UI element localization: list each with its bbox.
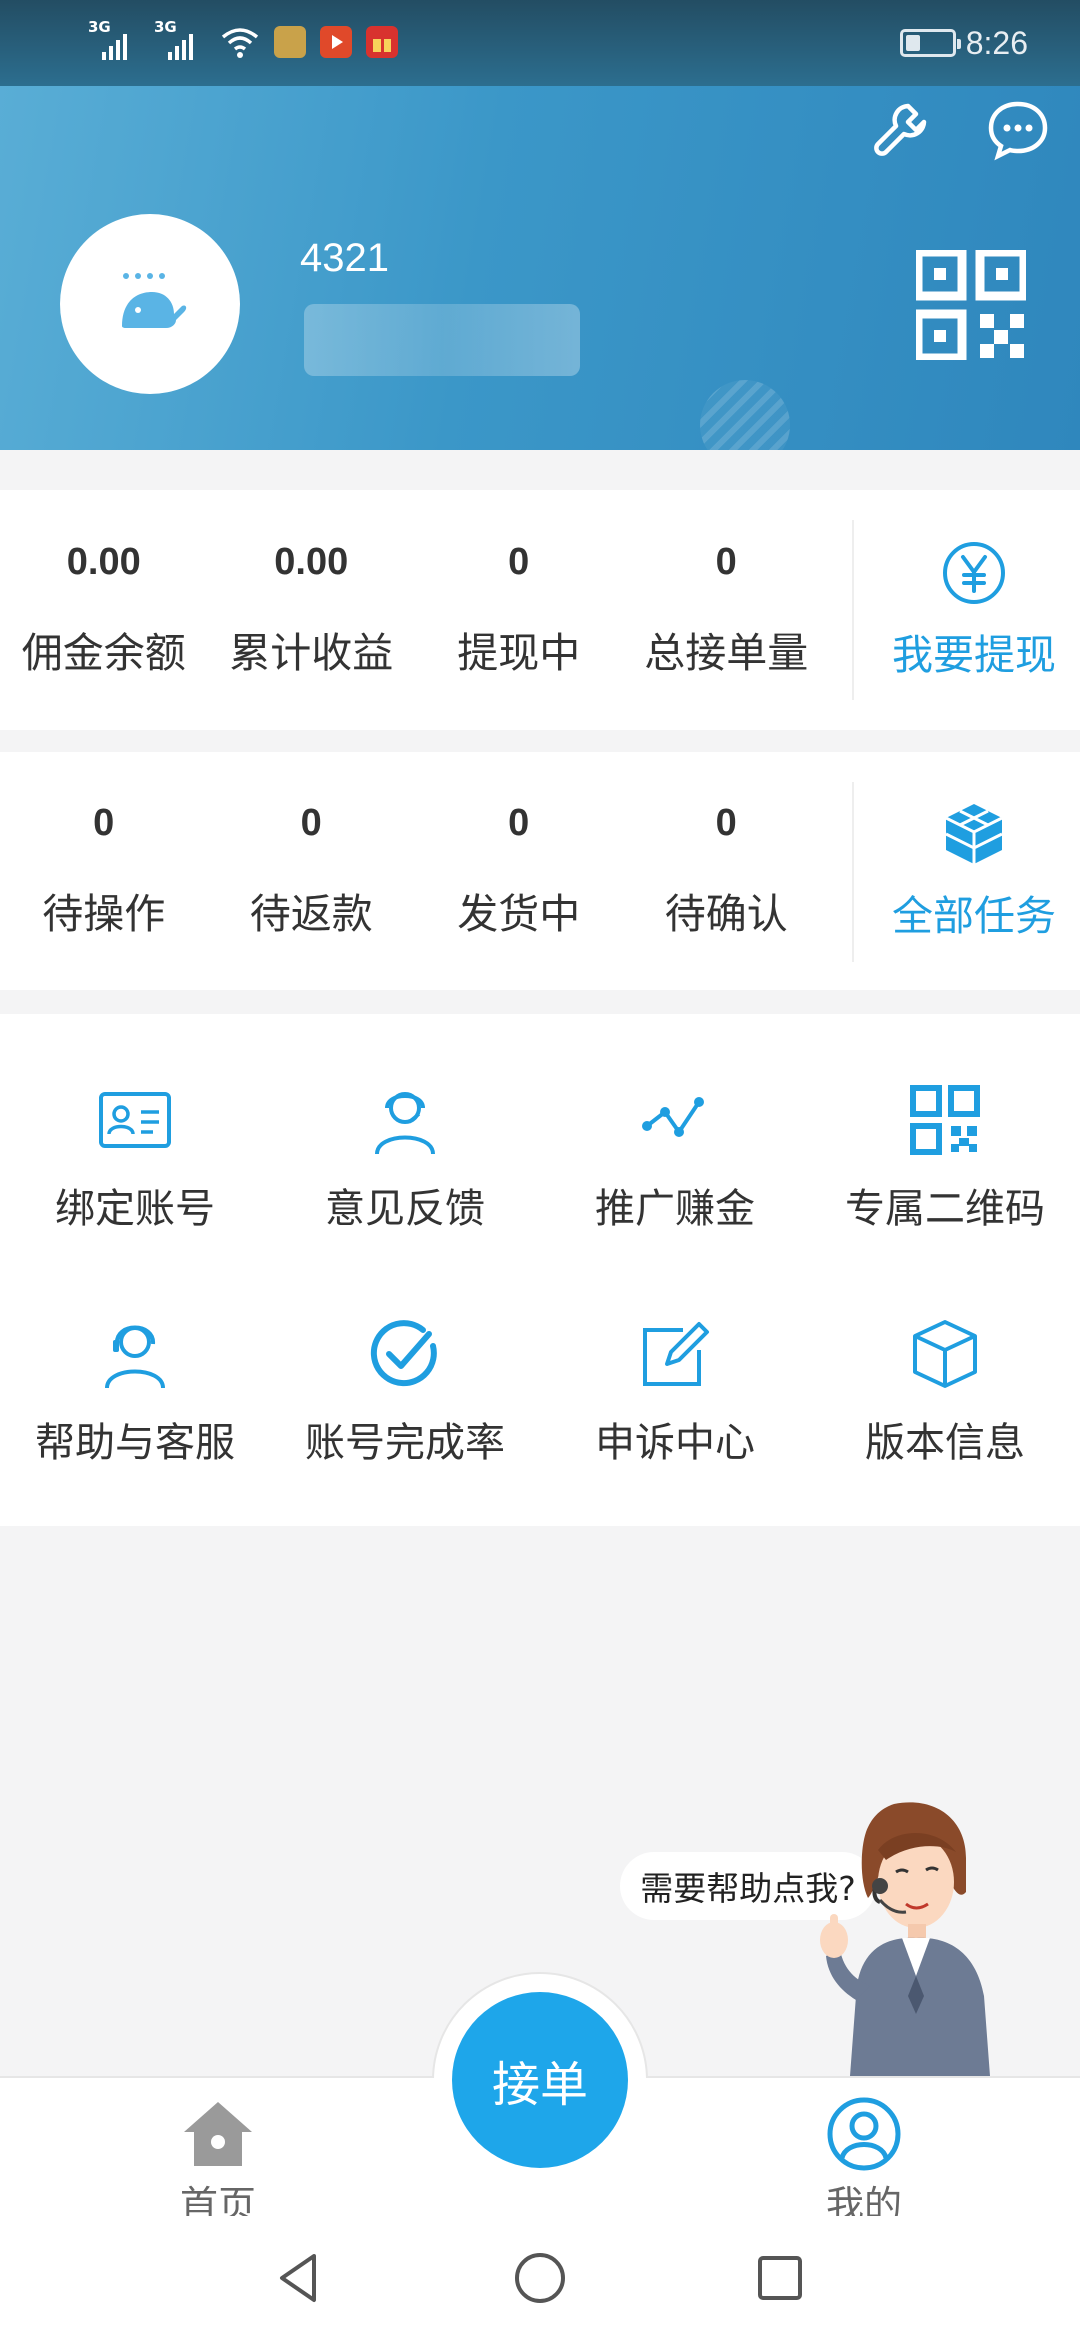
menu-item-promote-earn[interactable]: 推广赚金 <box>540 1014 810 1284</box>
task-label: 待确认 <box>664 890 788 938</box>
stat-value: 0.00 <box>66 541 141 583</box>
user-profile-icon <box>827 2097 901 2171</box>
stat-label: 总接单量 <box>644 629 809 677</box>
task-count: 0 <box>508 802 530 844</box>
task-count: 0 <box>300 802 322 844</box>
avatar[interactable] <box>60 214 240 394</box>
menu-item-label: 申诉中心 <box>595 1420 755 1466</box>
back-icon[interactable] <box>268 2246 332 2310</box>
share-graph-icon <box>642 1097 704 1137</box>
task-shipping[interactable]: 0 发货中 <box>415 752 623 990</box>
menu-item-label: 帮助与客服 <box>35 1420 235 1466</box>
support-agent-icon <box>105 1325 165 1389</box>
id-card-icon <box>99 1092 171 1148</box>
stat-total-earnings[interactable]: 0.00 累计收益 <box>208 490 416 730</box>
task-pending-confirm[interactable]: 0 待确认 <box>623 752 831 990</box>
settings-wrench-icon[interactable] <box>868 98 932 162</box>
menu-item-label: 绑定账号 <box>55 1186 215 1232</box>
stat-value: 0 <box>715 541 737 583</box>
task-status-card: 0 待操作 0 待返款 0 发货中 0 待确认 全部任务 <box>0 752 1080 990</box>
check-circle-icon <box>370 1320 437 1387</box>
menu-item-account-completion[interactable]: 账号完成率 <box>270 1284 540 1526</box>
tab-home[interactable]: 首页 <box>138 2094 298 2229</box>
headset-person-icon <box>375 1092 435 1155</box>
menu-item-version-info[interactable]: 版本信息 <box>810 1284 1080 1526</box>
blurred-account-id <box>304 304 580 376</box>
stat-withdrawing[interactable]: 0 提现中 <box>415 490 623 730</box>
all-tasks-button[interactable]: 全部任务 <box>868 752 1080 990</box>
qr-code-icon[interactable] <box>916 250 1026 360</box>
menu-item-bind-account[interactable]: 绑定账号 <box>0 1014 270 1284</box>
stat-label: 提现中 <box>457 629 581 677</box>
battery-icon <box>899 29 961 57</box>
cube-grid-icon <box>945 804 1003 864</box>
menu-item-feedback[interactable]: 意见反馈 <box>270 1014 540 1284</box>
system-navigation-bar <box>0 2216 1080 2340</box>
stat-value: 0.00 <box>274 541 349 583</box>
stat-label: 佣金余额 <box>21 629 186 677</box>
box-icon <box>913 1320 977 1388</box>
menu-item-label: 账号完成率 <box>305 1420 505 1466</box>
signal-strength-icon: 3G <box>88 18 140 62</box>
withdraw-button[interactable]: 我要提现 <box>868 490 1080 730</box>
tab-mine[interactable]: 我的 <box>784 2094 944 2229</box>
yen-circle-icon <box>943 542 1005 604</box>
divider <box>852 520 854 700</box>
task-label: 待返款 <box>249 890 373 938</box>
qr-code-icon <box>910 1085 980 1155</box>
accept-order-button[interactable]: 接单 <box>452 1992 628 2168</box>
menu-item-label: 意见反馈 <box>325 1186 485 1232</box>
task-count: 0 <box>93 802 115 844</box>
task-pending-operation[interactable]: 0 待操作 <box>0 752 208 990</box>
status-bar: 3G 3G 8:26 <box>0 0 1080 86</box>
task-pending-refund[interactable]: 0 待返款 <box>208 752 416 990</box>
feature-menu: 绑定账号 意见反馈 推广赚金 专属二维码 帮助与客服 账号完成率 申诉中心 版本… <box>0 1014 1080 1526</box>
balance-stats-card: 0.00 佣金余额 0.00 累计收益 0 提现中 0 总接单量 我要提现 <box>0 490 1080 730</box>
clock: 8:26 <box>965 24 1028 61</box>
stat-commission-balance[interactable]: 0.00 佣金余额 <box>0 490 208 730</box>
task-label: 发货中 <box>457 890 581 938</box>
divider <box>852 782 854 962</box>
message-icon[interactable] <box>986 98 1050 162</box>
gift-app-icon <box>366 26 398 58</box>
wifi-icon <box>221 28 259 58</box>
signal-strength-icon: 3G <box>154 18 206 62</box>
menu-item-appeal-center[interactable]: 申诉中心 <box>540 1284 810 1526</box>
task-label: 待操作 <box>42 890 166 938</box>
recent-apps-icon[interactable] <box>748 2246 812 2310</box>
menu-item-label: 版本信息 <box>865 1420 1025 1466</box>
menu-item-exclusive-qr[interactable]: 专属二维码 <box>810 1014 1080 1284</box>
home-circle-icon[interactable] <box>508 2246 572 2310</box>
stat-total-orders[interactable]: 0 总接单量 <box>623 490 831 730</box>
username: 4321 <box>300 236 389 280</box>
header-decoration <box>700 380 790 450</box>
withdraw-label: 我要提现 <box>892 631 1056 679</box>
menu-item-label: 推广赚金 <box>595 1186 755 1232</box>
video-app-icon <box>320 26 352 58</box>
support-agent-illustration-icon <box>820 1802 990 2076</box>
home-icon <box>184 2102 252 2166</box>
menu-item-help-support[interactable]: 帮助与客服 <box>0 1284 270 1526</box>
all-tasks-label: 全部任务 <box>892 892 1056 940</box>
stat-label: 累计收益 <box>229 629 394 677</box>
help-assistant[interactable]: 需要帮助点我? <box>620 1800 1020 2076</box>
money-bag-app-icon <box>274 26 306 58</box>
whale-avatar-icon <box>122 273 187 328</box>
stat-value: 0 <box>508 541 530 583</box>
edit-icon <box>643 1322 709 1386</box>
menu-item-label: 专属二维码 <box>845 1186 1045 1232</box>
task-count: 0 <box>715 802 737 844</box>
